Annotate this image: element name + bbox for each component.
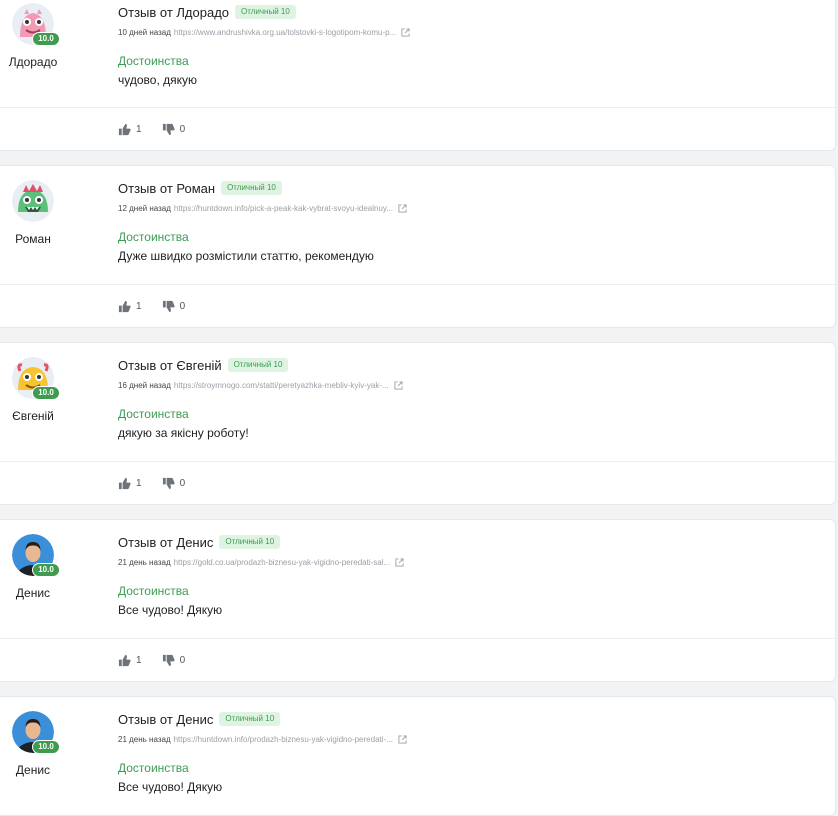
- review-text: дякую за якісну роботу!: [118, 426, 249, 440]
- rating-badge: Отличный 10: [227, 358, 289, 372]
- green-monster-avatar-icon: [12, 180, 54, 222]
- dislike-button[interactable]: 0: [162, 477, 186, 490]
- dislike-count: 0: [179, 301, 186, 312]
- pros-label: Достоинства: [118, 230, 189, 244]
- review-author: Роман: [0, 180, 66, 246]
- review-author: 10.0 Денис: [0, 534, 66, 600]
- review-author: 10.0 Євгеній: [0, 357, 66, 423]
- thumbs-down-icon: [162, 123, 175, 136]
- rating-badge: Отличный 10: [219, 712, 281, 726]
- vote-bar: 1 0: [118, 477, 185, 490]
- thumbs-down-icon: [162, 654, 175, 667]
- like-count: 1: [136, 124, 142, 135]
- external-link-icon[interactable]: [398, 734, 407, 744]
- external-link-icon[interactable]: [394, 380, 403, 390]
- like-button[interactable]: 1: [118, 123, 142, 136]
- review-url-link[interactable]: https://www.andrushivka.org.ua/tolstovki…: [174, 28, 396, 37]
- review-date: 12 дней назад: [118, 203, 171, 213]
- avatar[interactable]: [12, 180, 54, 222]
- avatar[interactable]: 10.0: [12, 357, 60, 400]
- dislike-count: 0: [179, 124, 186, 135]
- review-author: 10.0 Лдорадо: [0, 3, 66, 69]
- review-card: 10.0 Денис Отзыв от Денис Отличный 10 21…: [0, 519, 836, 682]
- review-title: Отзыв от Євгеній: [118, 357, 222, 373]
- like-count: 1: [136, 478, 142, 489]
- dislike-button[interactable]: 0: [162, 123, 186, 136]
- review-date: 21 день назад: [118, 734, 171, 744]
- rating-badge: Отличный 10: [235, 5, 296, 19]
- external-link-icon[interactable]: [395, 557, 404, 567]
- author-name[interactable]: Роман: [0, 232, 66, 246]
- author-name[interactable]: Лдорадо: [0, 55, 66, 69]
- rating-badge: Отличный 10: [221, 181, 282, 195]
- review-url-link[interactable]: https://gold.co.ua/prodazh-biznesu-yak-v…: [174, 558, 391, 567]
- review-card: 10.0 Євгеній Отзыв от Євгеній Отличный 1…: [0, 342, 836, 505]
- vote-bar: 1 0: [118, 123, 185, 136]
- thumbs-down-icon: [162, 300, 175, 313]
- pros-label: Достоинства: [118, 407, 189, 421]
- pros-label: Достоинства: [118, 584, 189, 598]
- review-text: Все чудово! Дякую: [118, 603, 223, 617]
- review-title: Отзыв от Денис: [118, 711, 214, 727]
- review-text: Все чудово! Дякую: [118, 780, 223, 794]
- like-count: 1: [136, 301, 142, 312]
- thumbs-up-icon: [118, 477, 131, 490]
- review-url-link[interactable]: https://huntdown.info/pick-a-peak-kak-vy…: [174, 204, 393, 213]
- like-button[interactable]: 1: [118, 654, 142, 667]
- review-title: Отзыв от Денис: [118, 534, 214, 550]
- review-url-link[interactable]: https://stroymnogo.com/statti/peretyazhk…: [174, 381, 389, 390]
- review-url-link[interactable]: https://huntdown.info/prodazh-biznesu-ya…: [174, 735, 393, 744]
- pros-label: Достоинства: [118, 761, 189, 775]
- thumbs-up-icon: [118, 654, 131, 667]
- external-link-icon[interactable]: [398, 203, 407, 213]
- review-title: Отзыв от Роман: [118, 180, 216, 196]
- review-card: Роман Отзыв от Роман Отличный 10 12 дней…: [0, 165, 836, 328]
- dislike-count: 0: [179, 655, 186, 666]
- like-count: 1: [136, 655, 142, 666]
- vote-bar: 1 0: [118, 300, 185, 313]
- divider: [0, 107, 835, 108]
- author-name[interactable]: Євгеній: [0, 409, 66, 423]
- divider: [0, 461, 835, 462]
- pros-label: Достоинства: [118, 54, 189, 68]
- review-card: 10.0 Денис Отзыв от Денис Отличный 10 21…: [0, 696, 836, 816]
- rating-badge: Отличный 10: [219, 535, 281, 549]
- avatar[interactable]: 10.0: [12, 3, 60, 46]
- dislike-button[interactable]: 0: [162, 654, 186, 667]
- dislike-count: 0: [179, 478, 186, 489]
- vote-bar: 1 0: [118, 654, 185, 667]
- author-name[interactable]: Денис: [0, 586, 66, 600]
- review-text: чудово, дякую: [118, 73, 197, 87]
- score-badge: 10.0: [32, 740, 60, 754]
- author-name[interactable]: Денис: [0, 763, 66, 777]
- thumbs-down-icon: [162, 477, 175, 490]
- avatar[interactable]: 10.0: [12, 711, 60, 754]
- external-link-icon[interactable]: [401, 27, 410, 37]
- review-date: 10 дней назад: [118, 27, 171, 37]
- dislike-button[interactable]: 0: [162, 300, 186, 313]
- reviews-list: 10.0 Лдорадо Отзыв от Лдорадо Отличный 1…: [0, 0, 838, 816]
- review-date: 16 дней назад: [118, 380, 171, 390]
- thumbs-up-icon: [118, 123, 131, 136]
- score-badge: 10.0: [32, 386, 60, 400]
- review-date: 21 день назад: [118, 557, 171, 567]
- review-text: Дуже швидко розмістили статтю, рекоменду…: [118, 249, 374, 263]
- divider: [0, 284, 835, 285]
- review-card: 10.0 Лдорадо Отзыв от Лдорадо Отличный 1…: [0, 0, 836, 151]
- review-title: Отзыв от Лдорадо: [118, 4, 230, 20]
- like-button[interactable]: 1: [118, 300, 142, 313]
- divider: [0, 638, 835, 639]
- score-badge: 10.0: [32, 32, 60, 46]
- thumbs-up-icon: [118, 300, 131, 313]
- score-badge: 10.0: [32, 563, 60, 577]
- review-author: 10.0 Денис: [0, 711, 66, 777]
- like-button[interactable]: 1: [118, 477, 142, 490]
- avatar[interactable]: 10.0: [12, 534, 60, 577]
